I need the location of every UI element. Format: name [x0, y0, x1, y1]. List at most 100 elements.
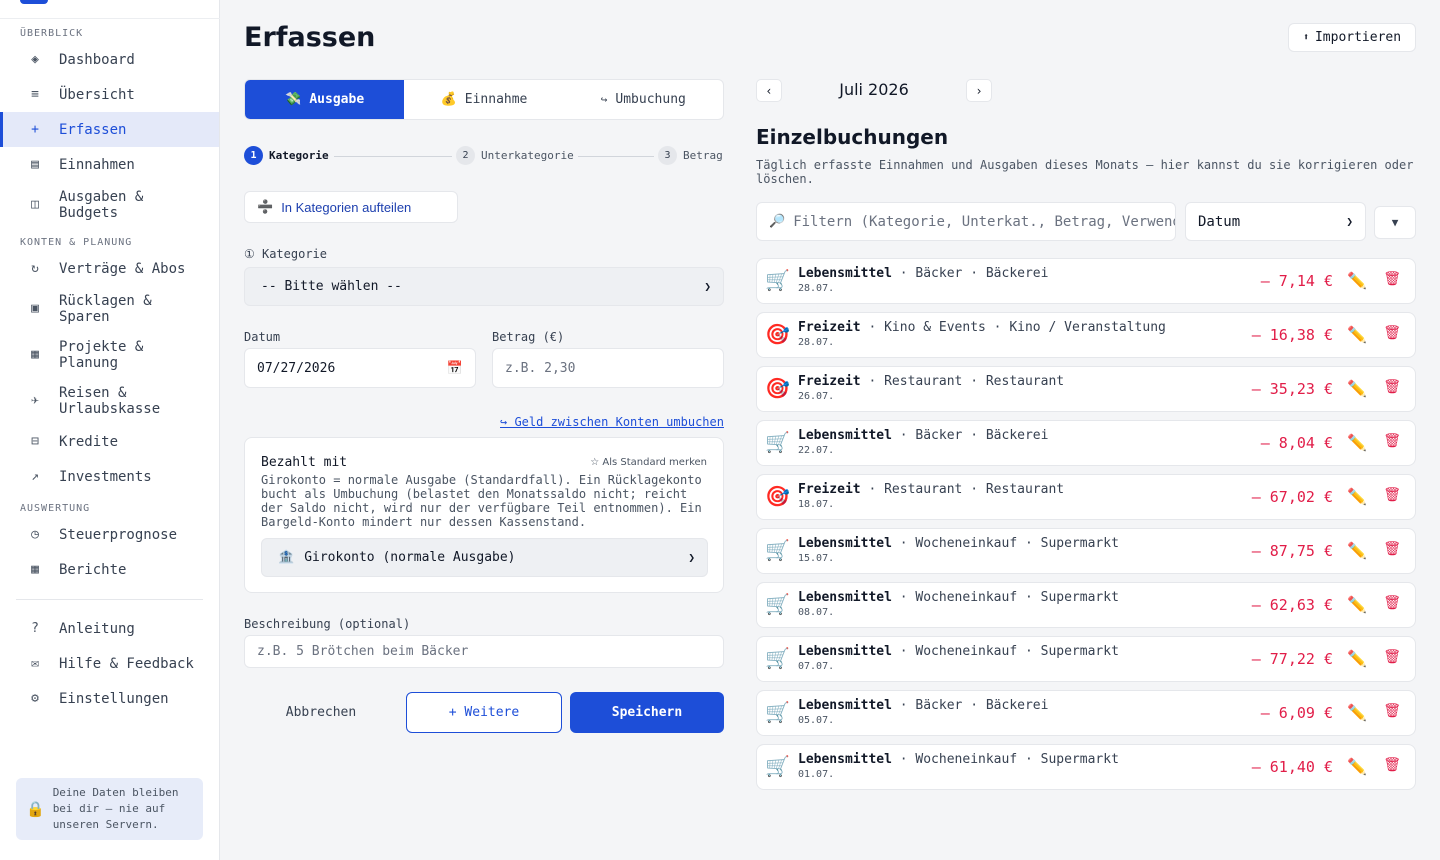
booking-row[interactable]: 🎯 Freizeit · Restaurant · Restaurant 26.07… [756, 366, 1416, 412]
import-button-label: Importieren [1314, 30, 1402, 45]
sidebar-item-expenses-budgets[interactable]: ◫ Ausgaben & Budgets [0, 182, 219, 228]
edit-pencil-icon[interactable]: ✏️ [1347, 703, 1367, 722]
tab-expense[interactable]: 💸 Ausgabe [245, 80, 405, 119]
sidebar-item-label: Verträge & Abos [59, 260, 186, 277]
booking-row[interactable]: 🛒 Lebensmittel · Wocheneinkauf · Supermar… [756, 582, 1416, 628]
filter-placeholder: Filtern (Kategorie, Unterkat., Betrag, V… [793, 213, 1175, 230]
step-subcategory[interactable]: 2 Unterkategorie [452, 146, 578, 165]
tab-transfer[interactable]: ↪ Umbuchung [564, 80, 723, 119]
sidebar-item-tax-forecast[interactable]: ◷ Steuerprognose [0, 517, 219, 552]
cart-icon: 🛒 [765, 430, 790, 454]
sidebar-item-travel[interactable]: ✈ Reisen & Urlaubskasse [0, 378, 219, 424]
description-label: Beschreibung (optional) [244, 617, 411, 631]
booking-row[interactable]: 🛒 Lebensmittel · Bäcker · Bäckerei 22.07. –… [756, 420, 1416, 466]
dashboard-icon: ◈ [31, 51, 39, 67]
edit-pencil-icon[interactable]: ✏️ [1347, 433, 1367, 452]
save-button[interactable]: Speichern [570, 692, 724, 733]
edit-pencil-icon[interactable]: ✏️ [1347, 325, 1367, 344]
prev-month-button[interactable]: ‹ [756, 79, 782, 102]
type-tabs: 💸 Ausgabe 💰 Einnahme ↪ Umbuchung [244, 79, 724, 120]
sort-select-value: Datum [1198, 213, 1241, 230]
privacy-note-text: Deine Daten bleiben bei dir — nie auf un… [52, 786, 179, 831]
cart-icon: 🛒 [765, 646, 790, 670]
delete-trash-icon[interactable]: 🗑 [1383, 379, 1401, 395]
booking-row[interactable]: 🛒 Lebensmittel · Bäcker · Bäckerei 28.07. –… [756, 258, 1416, 304]
import-button[interactable]: ⬆ Importieren [1288, 23, 1416, 52]
sidebar-item-investments[interactable]: ↗ Investments [0, 459, 219, 494]
delete-trash-icon[interactable]: 🗑 [1383, 649, 1401, 665]
search-icon: 🔎 [769, 214, 786, 229]
section-accounts-planning: KONTEN & PLANUNG [20, 237, 133, 248]
step-amount[interactable]: 3 Betrag [654, 146, 723, 165]
sidebar-item-projects[interactable]: ▦ Projekte & Planung [0, 332, 219, 378]
step-category[interactable]: 1 Kategorie [244, 146, 333, 165]
sidebar-item-label: Projekte & Planung [59, 339, 144, 371]
date-label: Datum [244, 330, 281, 344]
booking-row[interactable]: 🛒 Lebensmittel · Wocheneinkauf · Supermar… [756, 636, 1416, 682]
tab-income[interactable]: 💰 Einnahme [404, 80, 563, 119]
projects-icon: ▦ [31, 347, 39, 362]
booking-category-main: Lebensmittel [798, 698, 892, 713]
app-logo[interactable] [20, 0, 48, 4]
sidebar-item-contracts[interactable]: ↻ Verträge & Abos [0, 251, 219, 286]
amount-input[interactable]: z.B. 2,30 [492, 348, 724, 388]
account-select[interactable]: 🏦 Girokonto (normale Ausgabe) ❯ [261, 538, 708, 577]
booking-row[interactable]: 🛒 Lebensmittel · Wocheneinkauf · Supermar… [756, 744, 1416, 790]
sidebar-item-guide[interactable]: ? Anleitung [0, 611, 219, 646]
set-default-button[interactable]: ☆ Als Standard merken [590, 457, 707, 468]
delete-trash-icon[interactable]: 🗑 [1383, 487, 1401, 503]
sidebar-item-dashboard[interactable]: ◈ Dashboard [0, 42, 219, 77]
delete-trash-icon[interactable]: 🗑 [1383, 541, 1401, 557]
stepper: 1 Kategorie 2 Unterkategorie 3 Betrag [244, 146, 724, 166]
edit-pencil-icon[interactable]: ✏️ [1347, 271, 1367, 290]
date-input[interactable]: 07/27/2026 📅 [244, 348, 476, 388]
sidebar-item-loans[interactable]: ⊟ Kredite [0, 424, 219, 459]
delete-trash-icon[interactable]: 🗑 [1383, 595, 1401, 611]
description-input[interactable]: z.B. 5 Brötchen beim Bäcker [244, 635, 724, 668]
delete-trash-icon[interactable]: 🗑 [1383, 271, 1401, 287]
sort-select[interactable]: Datum ❯ [1185, 202, 1366, 241]
edit-pencil-icon[interactable]: ✏️ [1347, 757, 1367, 776]
sidebar-item-settings[interactable]: ⚙ Einstellungen [0, 681, 219, 716]
cancel-button[interactable]: Abbrechen [244, 692, 398, 733]
paid-with-description: Girokonto = normale Ausgabe (Standardfal… [261, 473, 702, 529]
sidebar-item-overview[interactable]: ≡ Übersicht [0, 77, 219, 112]
edit-pencil-icon[interactable]: ✏️ [1347, 379, 1367, 398]
sidebar-item-income[interactable]: ▤ Einnahmen [0, 147, 219, 182]
delete-trash-icon[interactable]: 🗑 [1383, 703, 1401, 719]
booking-category-main: Freizeit [798, 482, 861, 497]
booking-amount: – 62,63 € [1251, 596, 1333, 614]
loan-icon: ⊟ [31, 433, 39, 449]
booking-category-path: · Restaurant · Restaurant [860, 482, 1065, 497]
split-categories-button[interactable]: ➗ In Kategorien aufteilen [244, 191, 458, 223]
edit-pencil-icon[interactable]: ✏️ [1347, 649, 1367, 668]
booking-amount: – 67,02 € [1251, 488, 1333, 506]
sidebar-item-reports[interactable]: ▦ Berichte [0, 552, 219, 587]
edit-pencil-icon[interactable]: ✏️ [1347, 541, 1367, 560]
transfer-link[interactable]: ↪ Geld zwischen Konten umbuchen [500, 415, 724, 429]
mail-icon: ✉ [31, 655, 39, 671]
booking-row[interactable]: 🛒 Lebensmittel · Wocheneinkauf · Supermar… [756, 528, 1416, 574]
sort-direction-button[interactable]: ▼ [1374, 206, 1416, 239]
cart-icon: 🛒 [765, 700, 790, 724]
edit-pencil-icon[interactable]: ✏️ [1347, 595, 1367, 614]
next-month-button[interactable]: › [966, 79, 992, 102]
category-select[interactable]: -- Bitte wählen -- ❯ [244, 267, 724, 306]
booking-category-main: Freizeit [798, 374, 861, 389]
booking-category: Lebensmittel · Wocheneinkauf · Supermark… [798, 644, 1119, 659]
sidebar-item-savings[interactable]: ▣ Rücklagen & Sparen [0, 286, 219, 332]
filter-input[interactable]: 🔎 Filtern (Kategorie, Unterkat., Betrag, … [756, 202, 1176, 241]
add-more-button[interactable]: + Weitere [406, 692, 562, 733]
delete-trash-icon[interactable]: 🗑 [1383, 433, 1401, 449]
booking-date: 05.07. [798, 715, 835, 726]
sidebar-item-record[interactable]: + Erfassen [0, 112, 219, 147]
booking-row[interactable]: 🛒 Lebensmittel · Bäcker · Bäckerei 05.07. –… [756, 690, 1416, 736]
booking-date: 22.07. [798, 445, 835, 456]
delete-trash-icon[interactable]: 🗑 [1383, 325, 1401, 341]
booking-category: Freizeit · Restaurant · Restaurant [798, 374, 1064, 389]
booking-row[interactable]: 🎯 Freizeit · Restaurant · Restaurant 18.07… [756, 474, 1416, 520]
booking-row[interactable]: 🎯 Freizeit · Kino & Events · Kino / Veran… [756, 312, 1416, 358]
delete-trash-icon[interactable]: 🗑 [1383, 757, 1401, 773]
edit-pencil-icon[interactable]: ✏️ [1347, 487, 1367, 506]
sidebar-item-help-feedback[interactable]: ✉ Hilfe & Feedback [0, 646, 219, 681]
